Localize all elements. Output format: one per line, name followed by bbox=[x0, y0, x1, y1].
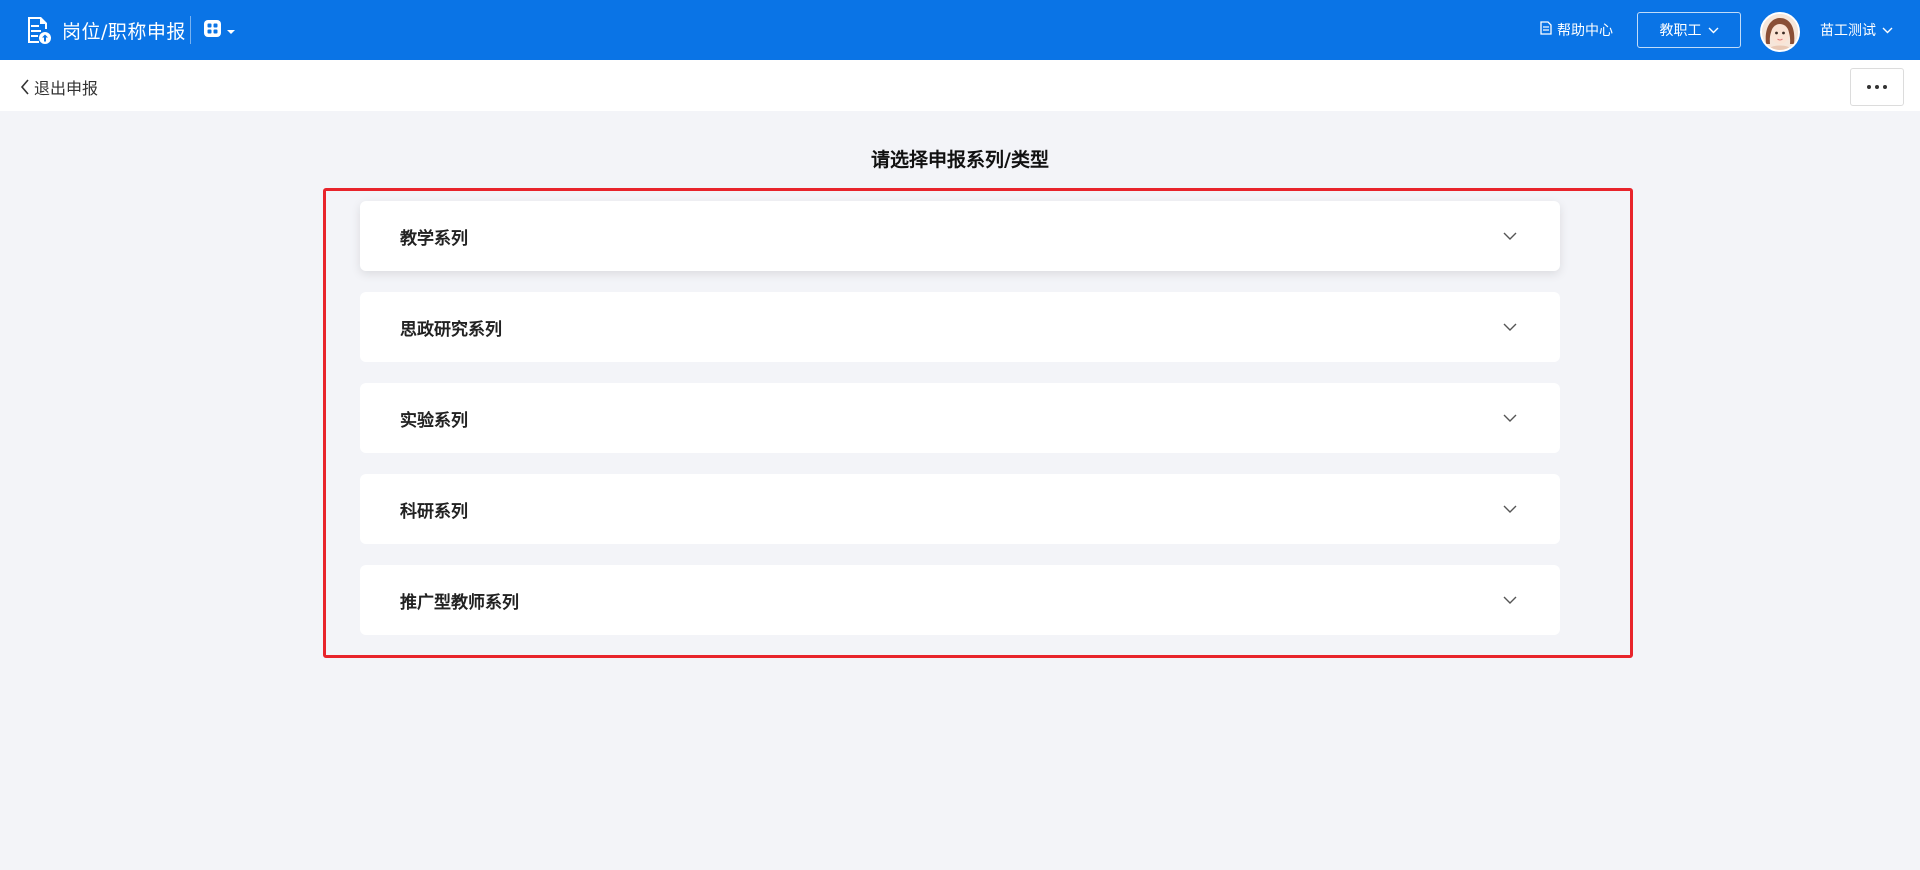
app-grid-icon bbox=[204, 20, 221, 41]
user-name-label: 苗工测试 bbox=[1820, 23, 1876, 39]
more-options-button[interactable] bbox=[1850, 68, 1904, 106]
series-card-label: 思政研究系列 bbox=[400, 319, 502, 340]
app-switcher-button[interactable] bbox=[204, 20, 235, 41]
document-icon bbox=[1540, 21, 1552, 39]
chevron-left-icon bbox=[20, 79, 29, 95]
header-divider bbox=[190, 16, 191, 44]
user-menu[interactable]: 苗工测试 bbox=[1820, 20, 1893, 40]
chevron-down-icon bbox=[1502, 592, 1518, 608]
exit-declaration-label: 退出申报 bbox=[34, 79, 99, 98]
help-center-link[interactable]: 帮助中心 bbox=[1540, 20, 1613, 40]
role-dropdown[interactable]: 教职工 bbox=[1637, 12, 1741, 48]
series-card-research[interactable]: 科研系列 bbox=[360, 474, 1560, 544]
series-card-label: 教学系列 bbox=[400, 228, 468, 249]
brand[interactable]: 岗位/职称申报 bbox=[26, 14, 186, 46]
caret-down-icon bbox=[227, 30, 235, 34]
series-card-extension-teacher[interactable]: 推广型教师系列 bbox=[360, 565, 1560, 635]
chevron-down-icon bbox=[1502, 410, 1518, 426]
chevron-down-icon bbox=[1882, 27, 1893, 33]
series-card-label: 推广型教师系列 bbox=[400, 592, 519, 613]
app-title: 岗位/职称申报 bbox=[62, 20, 186, 43]
user-avatar[interactable] bbox=[1760, 12, 1800, 52]
help-center-label: 帮助中心 bbox=[1557, 23, 1613, 39]
sub-header: 退出申报 bbox=[0, 60, 1920, 111]
series-card-label: 实验系列 bbox=[400, 410, 468, 431]
chevron-down-icon bbox=[1708, 27, 1718, 33]
chevron-down-icon bbox=[1502, 228, 1518, 244]
role-dropdown-label: 教职工 bbox=[1659, 23, 1702, 39]
more-dots-icon bbox=[1867, 85, 1871, 89]
chevron-down-icon bbox=[1502, 319, 1518, 335]
series-card-experiment[interactable]: 实验系列 bbox=[360, 383, 1560, 453]
chevron-down-icon bbox=[1502, 501, 1518, 517]
series-card-teaching[interactable]: 教学系列 bbox=[360, 201, 1560, 271]
document-upload-icon bbox=[26, 15, 52, 45]
page-title: 请选择申报系列/类型 bbox=[871, 149, 1049, 171]
exit-declaration-link[interactable]: 退出申报 bbox=[20, 75, 98, 99]
series-card-ideological-research[interactable]: 思政研究系列 bbox=[360, 292, 1560, 362]
series-card-label: 科研系列 bbox=[400, 501, 468, 522]
top-navigation-bar: 岗位/职称申报 帮助中心 教职工 苗工测试 bbox=[0, 0, 1920, 60]
